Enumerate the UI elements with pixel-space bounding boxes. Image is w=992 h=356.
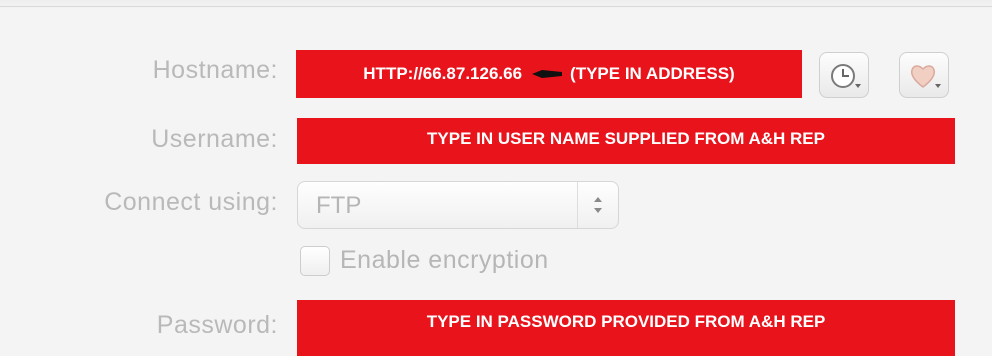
favorites-button[interactable] [899, 52, 949, 98]
divider [0, 6, 992, 7]
select-stepper[interactable] [577, 182, 618, 228]
connect-using-value: FTP [316, 192, 362, 219]
connect-using-label: Connect using: [104, 188, 278, 216]
password-field[interactable]: TYPE IN PASSWORD PROVIDED FROM A&H REP [297, 300, 955, 356]
username-field[interactable]: TYPE IN USER NAME SUPPLIED FROM A&H REP [297, 118, 955, 164]
encryption-checkbox[interactable] [300, 246, 330, 276]
hostname-value: HTTP://66.87.126.66 [363, 64, 523, 83]
heart-icon [908, 61, 942, 96]
hostname-field[interactable]: HTTP://66.87.126.66 (TYPE IN ADDRESS) [296, 50, 802, 98]
history-button[interactable] [819, 52, 869, 98]
chevron-up-down-icon [591, 193, 605, 222]
encryption-label: Enable encryption [340, 246, 549, 274]
arrow-left-icon [532, 69, 563, 79]
clock-icon [828, 61, 862, 96]
connection-panel: Hostname: HTTP://66.87.126.66 (TYPE IN A… [0, 0, 992, 356]
username-label: Username: [151, 125, 278, 153]
hostname-label: Hostname: [152, 56, 278, 84]
connect-using-select[interactable]: FTP [297, 181, 619, 229]
hostname-instruction: (TYPE IN ADDRESS) [570, 64, 735, 83]
password-label: Password: [156, 311, 278, 339]
